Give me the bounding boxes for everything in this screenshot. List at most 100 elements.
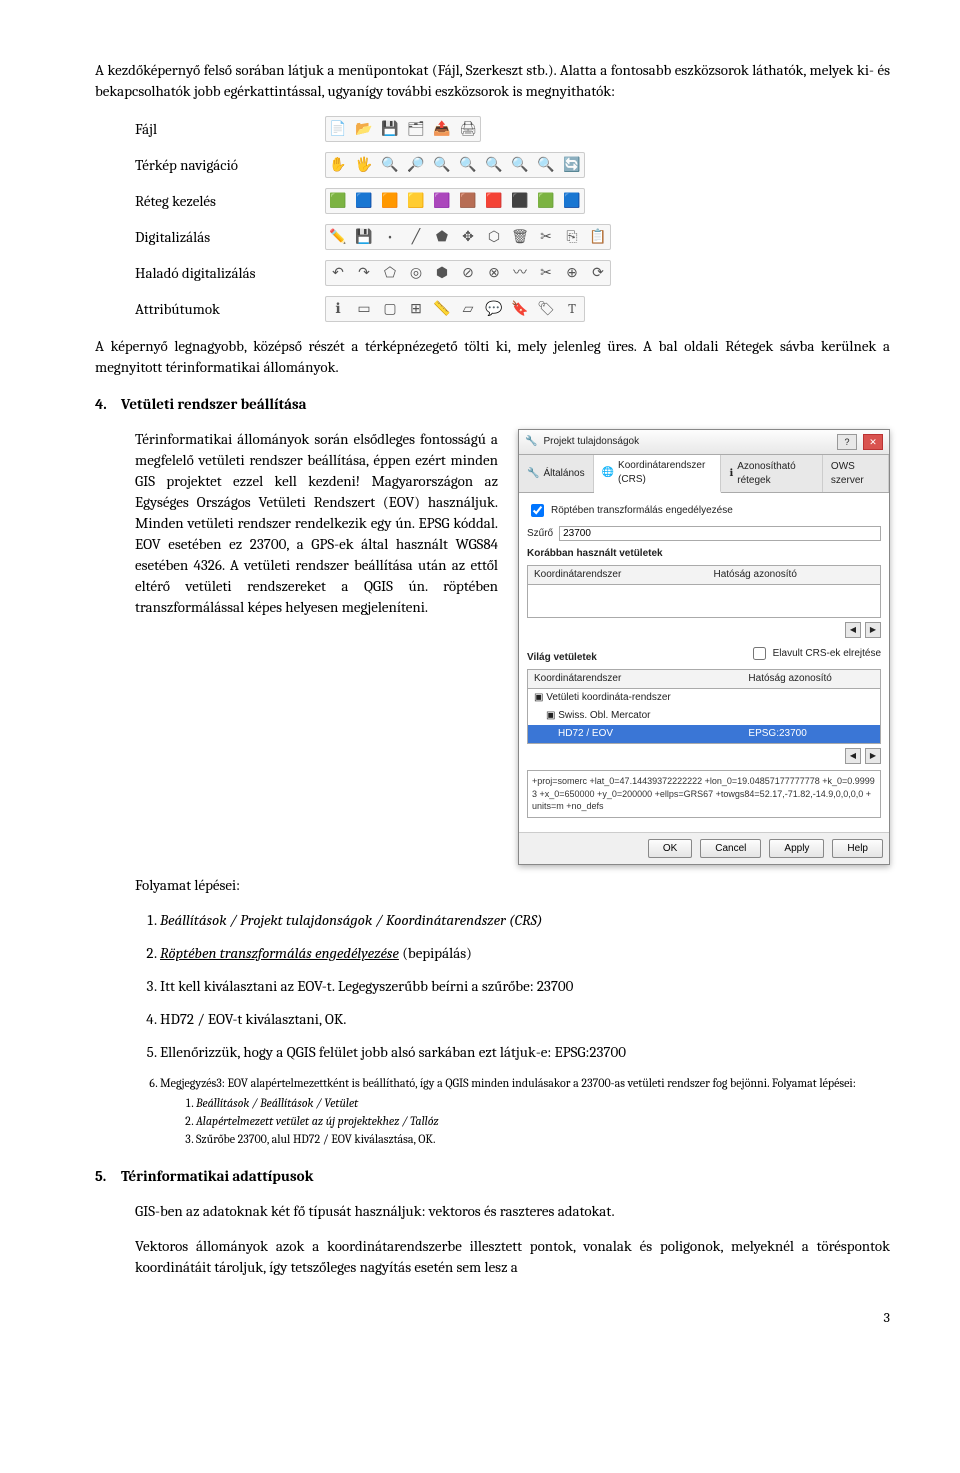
list-item: Ellenőrizzük, hogy a QGIS felület jobb a… (160, 1042, 890, 1063)
zoom-native-icon[interactable]: 🔍 (432, 155, 452, 175)
zoom-in-icon[interactable]: 🔍 (380, 155, 400, 175)
list-item: Beállítások / Beállítások / Vetület (196, 1095, 890, 1111)
toolbar-label-layer: Réteg kezelés (135, 191, 325, 212)
add-ring-icon[interactable]: ◎ (406, 263, 426, 283)
tab-general[interactable]: 🔧 Általános (519, 455, 594, 492)
measure-icon[interactable]: 📏 (432, 299, 452, 319)
ok-button[interactable]: OK (648, 839, 692, 858)
scroll-left-icon[interactable]: ◀ (845, 622, 861, 638)
add-raster-icon[interactable]: 🟦 (354, 191, 374, 211)
add-csv-icon[interactable]: 🟫 (458, 191, 478, 211)
remove-icon[interactable]: 🟦 (562, 191, 582, 211)
cancel-button[interactable]: Cancel (700, 839, 761, 858)
attr-table-icon[interactable]: ⊞ (406, 299, 426, 319)
redo-icon[interactable]: ↷ (354, 263, 374, 283)
add-vector-icon[interactable]: 🟩 (328, 191, 348, 211)
add-polygon-icon[interactable]: ⬟ (432, 227, 452, 247)
toolbar-label-attributes: Attribútumok (135, 299, 325, 320)
zoom-full-icon[interactable]: 🔍 (458, 155, 478, 175)
toolbar-file[interactable]: 📄 📂 💾 🗂 📤 🖨 (325, 116, 481, 142)
cut-icon[interactable]: ✂ (536, 227, 556, 247)
add-wms-icon[interactable]: 🟨 (406, 191, 426, 211)
on-the-fly-checkbox[interactable]: Röptében transzformálás engedélyezése (527, 501, 881, 520)
add-db-icon[interactable]: 🟧 (380, 191, 400, 211)
toolbar-list: Fájl 📄 📂 💾 🗂 📤 🖨 Térkép navigáció ✋ 🖐 🔍 … (135, 116, 890, 322)
hide-deprecated-checkbox[interactable]: Elavult CRS-ek elrejtése (749, 644, 881, 663)
refresh-icon[interactable]: 🔄 (562, 155, 582, 175)
save-edits-icon[interactable]: 💾 (354, 227, 374, 247)
window-help-icon[interactable]: ? (837, 434, 857, 450)
copy-icon[interactable]: ⎘ (562, 227, 582, 247)
select-icon[interactable]: ▭ (354, 299, 374, 319)
zoom-next-icon[interactable]: 🔍 (536, 155, 556, 175)
scroll-right-icon[interactable]: ▶ (865, 622, 881, 638)
open-icon[interactable]: 📂 (354, 119, 374, 139)
new-layer-icon[interactable]: 🟥 (484, 191, 504, 211)
merge-icon[interactable]: ⊕ (562, 263, 582, 283)
remove-layer-icon[interactable]: ⬛ (510, 191, 530, 211)
bookmark-icon[interactable]: 🔖 (510, 299, 530, 319)
wrench-icon: 🔧 (527, 467, 539, 481)
table-row[interactable]: ▣ Vetületi koordináta-rendszer (528, 689, 881, 708)
toolbar-label-digitizing: Digitalizálás (135, 227, 325, 248)
scroll-right-icon[interactable]: ▶ (865, 748, 881, 764)
toolbar-advanced-digitizing[interactable]: ↶ ↷ ⬠ ◎ ⬢ ⊘ ⊗ 〰 ✂ ⊕ ⟳ (325, 260, 611, 286)
split-icon[interactable]: ✂ (536, 263, 556, 283)
toolbar-attributes[interactable]: ℹ ▭ ▢ ⊞ 📏 ▱ 💬 🔖 🏷 T (325, 296, 585, 322)
add-wfs-icon[interactable]: 🟪 (432, 191, 452, 211)
rotate-icon[interactable]: ⟳ (588, 263, 608, 283)
section-4-text: Vetületi rendszer beállítása (121, 394, 307, 415)
measure-area-icon[interactable]: ▱ (458, 299, 478, 319)
text-icon[interactable]: T (562, 299, 582, 319)
section-5-title: 5. Térinformatikai adattípusok (95, 1166, 890, 1187)
recent-crs-table[interactable]: KoordinátarendszerHatóság azonosító (527, 565, 881, 618)
zoom-last-icon[interactable]: 🔍 (510, 155, 530, 175)
pan-select-icon[interactable]: 🖐 (354, 155, 374, 175)
delete-icon[interactable]: 🗑 (510, 227, 530, 247)
table-row[interactable]: ▣ Swiss. Obl. Mercator (528, 707, 881, 725)
identify-icon[interactable]: ℹ (328, 299, 348, 319)
on-the-fly-checkbox-input[interactable] (531, 504, 544, 517)
toolbar-digitizing[interactable]: ✏️ 💾 • ╱ ⬟ ✥ ⬡ 🗑 ✂ ⎘ 📋 (325, 224, 611, 250)
hide-deprecated-input[interactable] (753, 647, 766, 660)
pan-icon[interactable]: ✋ (328, 155, 348, 175)
delete-ring-icon[interactable]: ⊘ (458, 263, 478, 283)
reshape-icon[interactable]: 〰 (510, 263, 530, 283)
paste-icon[interactable]: 📋 (588, 227, 608, 247)
simplify-icon[interactable]: ⬠ (380, 263, 400, 283)
help-button[interactable]: Help (832, 839, 883, 858)
zoom-out-icon[interactable]: 🔎 (406, 155, 426, 175)
tab-identify[interactable]: ℹ Azonosítható rétegek (721, 455, 822, 492)
list-item: Alapértelmezett vetület az új projektekh… (196, 1113, 890, 1129)
world-crs-table[interactable]: KoordinátarendszerHatóság azonosító ▣ Ve… (527, 669, 881, 744)
add-line-icon[interactable]: ╱ (406, 227, 426, 247)
label-icon[interactable]: 🏷 (536, 299, 556, 319)
after-tools-paragraph: A képernyő legnagyobb, középső részét a … (95, 336, 890, 378)
section-5-p1: GIS-ben az adatoknak két fő típusát hasz… (95, 1201, 890, 1222)
toolbar-layer[interactable]: 🟩 🟦 🟧 🟨 🟪 🟫 🟥 ⬛ 🟩 🟦 (325, 188, 585, 214)
filter-input[interactable] (559, 526, 881, 541)
save-icon[interactable]: 💾 (380, 119, 400, 139)
save-as-icon[interactable]: 🗂 (406, 119, 426, 139)
tab-crs[interactable]: 🌐 Koordinátarendszer (CRS) (594, 455, 722, 493)
move-feature-icon[interactable]: ✥ (458, 227, 478, 247)
node-tool-icon[interactable]: ⬡ (484, 227, 504, 247)
new-shp-icon[interactable]: 🟩 (536, 191, 556, 211)
add-point-icon[interactable]: • (380, 227, 400, 247)
scroll-left-icon[interactable]: ◀ (845, 748, 861, 764)
new-file-icon[interactable]: 📄 (328, 119, 348, 139)
undo-icon[interactable]: ↶ (328, 263, 348, 283)
table-row-selected[interactable]: HD72 / EOVEPSG:23700 (528, 725, 881, 744)
export-icon[interactable]: 📤 (432, 119, 452, 139)
toolbar-navigation[interactable]: ✋ 🖐 🔍 🔎 🔍 🔍 🔍 🔍 🔍 🔄 (325, 152, 585, 178)
apply-button[interactable]: Apply (769, 839, 824, 858)
print-icon[interactable]: 🖨 (458, 119, 478, 139)
window-close-icon[interactable]: ✕ (863, 434, 883, 450)
zoom-layer-icon[interactable]: 🔍 (484, 155, 504, 175)
delete-part-icon[interactable]: ⊗ (484, 263, 504, 283)
tips-icon[interactable]: 💬 (484, 299, 504, 319)
deselect-icon[interactable]: ▢ (380, 299, 400, 319)
add-part-icon[interactable]: ⬢ (432, 263, 452, 283)
edit-icon[interactable]: ✏️ (328, 227, 348, 247)
tab-ows[interactable]: OWS szerver (823, 455, 889, 492)
